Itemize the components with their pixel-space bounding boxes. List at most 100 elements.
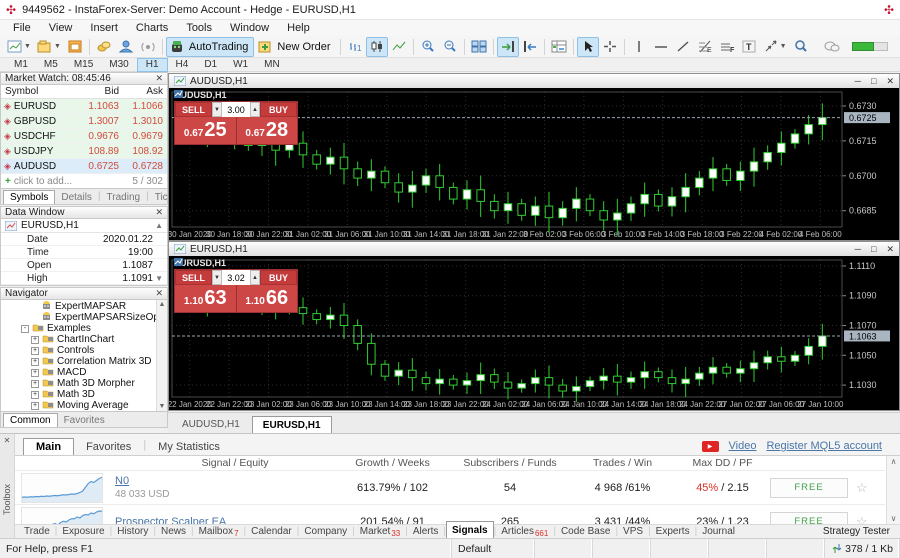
text-label-button[interactable]: T	[738, 37, 760, 57]
chart-tab-eurusd-h1[interactable]: EURUSD,H1	[252, 416, 332, 433]
accounts-button[interactable]	[115, 37, 137, 57]
toolbox-tab-trade[interactable]: Trade	[19, 526, 55, 537]
buy-button[interactable]: BUY	[260, 270, 297, 285]
expand-icon[interactable]: +	[31, 369, 39, 377]
menu-help[interactable]: Help	[278, 22, 319, 34]
timeframe-h1[interactable]: H1	[137, 58, 168, 72]
expand-icon[interactable]: +	[31, 336, 39, 344]
bar-chart-button[interactable]: 1	[344, 37, 366, 57]
toolbox-tab-signals[interactable]: Signals	[446, 521, 494, 538]
navigator-tab-common[interactable]: Common	[3, 413, 58, 427]
toolbox-tab-market[interactable]: Market33	[355, 526, 405, 537]
menu-file[interactable]: File	[4, 22, 40, 34]
timeframe-m5[interactable]: M5	[36, 58, 66, 72]
minimize-icon[interactable]: ─	[855, 244, 861, 255]
buy-price[interactable]: 1.1066	[237, 285, 298, 312]
market-watch-button[interactable]	[93, 37, 115, 57]
market-watch-row-gbpusd[interactable]: ◈GBPUSD1.30071.3010	[1, 114, 167, 129]
navigator-titlebar[interactable]: Navigator ✕	[0, 287, 168, 300]
signals-scrollbar[interactable]: ∧∨	[886, 456, 900, 524]
volume-stepper[interactable]: ▼3.00▲	[212, 102, 260, 117]
status-profile[interactable]: Default	[452, 539, 535, 558]
market-watch-row-usdchf[interactable]: ◈USDCHF0.96760.9679	[1, 129, 167, 144]
scroll-down-icon[interactable]: ▼	[155, 274, 163, 283]
expand-icon[interactable]: +	[31, 391, 39, 399]
navigator-item-macd[interactable]: +MACD	[1, 367, 167, 378]
navigator-item-chartinchart[interactable]: +ChartInChart	[1, 334, 167, 345]
depth-of-market-button[interactable]	[548, 37, 570, 57]
expand-icon[interactable]: +	[31, 347, 39, 355]
close-icon[interactable]: ✕	[886, 76, 894, 87]
video-link[interactable]: Video	[729, 440, 757, 452]
chart-shift-button[interactable]	[519, 37, 541, 57]
market-watch-tab-trading[interactable]: Trading	[101, 191, 147, 204]
timeframe-m15[interactable]: M15	[66, 58, 101, 72]
volume-stepper[interactable]: ▼3.02▲	[212, 270, 260, 285]
favorite-star-icon[interactable]: ☆	[856, 480, 868, 496]
toolbox-tab-history[interactable]: History	[112, 526, 153, 537]
navigator-item-expertmapsarsizeoptim[interactable]: ExpertMAPSARSizeOptim	[1, 312, 167, 323]
new-order-button[interactable]: New Order	[254, 37, 336, 57]
navigator-item-scripts[interactable]: +Scripts	[1, 411, 167, 412]
signal-row[interactable]: N048 033 USD613.79% / 102544 968 /61%45%…	[15, 471, 885, 505]
minimize-icon[interactable]: ─	[855, 76, 861, 87]
close-icon[interactable]: ✕	[155, 73, 163, 84]
toolbox-tab-exposure[interactable]: Exposure	[57, 526, 109, 537]
menu-insert[interactable]: Insert	[81, 22, 127, 34]
expand-icon[interactable]: +	[31, 402, 39, 410]
maximize-icon[interactable]: □	[871, 76, 876, 87]
data-window-titlebar[interactable]: Data Window ✕	[0, 206, 168, 219]
equidistant-channel-button[interactable]: F	[716, 37, 738, 57]
timeframe-mn[interactable]: MN	[256, 58, 288, 72]
chat-button[interactable]	[820, 37, 844, 57]
strategy-tester-tab[interactable]: Strategy Tester	[823, 526, 900, 537]
timeframe-d1[interactable]: D1	[196, 58, 225, 72]
chart-window-titlebar[interactable]: EURUSD,H1 ─□✕	[169, 242, 899, 256]
close-icon[interactable]: ✕	[886, 244, 894, 255]
toolbox-tab-articles[interactable]: Articles661	[496, 526, 553, 537]
register-mql5-link[interactable]: Register MQL5 account	[766, 440, 882, 452]
sell-price[interactable]: 1.1063	[175, 285, 237, 312]
navigator-item-expertmapsar[interactable]: ExpertMAPSAR	[1, 301, 167, 312]
tab-favorites[interactable]: Favorites	[74, 439, 143, 455]
chart-plot-area[interactable]: 30 Jan 202030 Jan 18:0030 Jan 22:0031 Ja…	[169, 88, 899, 240]
timeframe-h4[interactable]: H4	[168, 58, 197, 72]
market-watch-row-usdjpy[interactable]: ◈USDJPY108.89108.92	[1, 144, 167, 159]
toolbox-tab-company[interactable]: Company	[299, 526, 352, 537]
toolbox-tab-news[interactable]: News	[156, 526, 191, 537]
candlestick-chart-button[interactable]	[366, 37, 388, 57]
navigator-item-moving-average[interactable]: +Moving Average	[1, 400, 167, 411]
signal-name-link[interactable]: N0	[115, 475, 129, 487]
free-button[interactable]: FREE	[770, 478, 848, 498]
tab-main[interactable]: Main	[23, 438, 74, 455]
expand-icon[interactable]: +	[31, 358, 39, 366]
toolbox-tab-code-base[interactable]: Code Base	[556, 526, 615, 537]
vertical-line-button[interactable]	[628, 37, 650, 57]
auto-scroll-button[interactable]	[497, 37, 519, 57]
data-folder-button[interactable]	[64, 37, 86, 57]
menu-charts[interactable]: Charts	[127, 22, 177, 34]
tile-windows-button[interactable]	[468, 37, 490, 57]
navigator-scrollbar[interactable]: ▲▼	[156, 300, 167, 411]
profiles-button[interactable]: ▼	[34, 37, 64, 57]
toolbox-tab-mailbox[interactable]: Mailbox7	[194, 526, 244, 537]
navigator-item-math-3d-morpher[interactable]: +Math 3D Morpher	[1, 378, 167, 389]
menu-window[interactable]: Window	[221, 22, 278, 34]
zoom-in-button[interactable]	[417, 37, 439, 57]
chart-window-titlebar[interactable]: AUDUSD,H1 ─□✕	[169, 74, 899, 88]
toolbox-tab-journal[interactable]: Journal	[697, 526, 740, 537]
navigator-item-math-3d[interactable]: +Math 3D	[1, 389, 167, 400]
signal-name-link[interactable]: Prospector Scalper EA	[115, 516, 226, 525]
chart-tab-audusd-h1[interactable]: AUDUSD,H1	[172, 416, 250, 433]
toolbox-tab-vps[interactable]: VPS	[618, 526, 648, 537]
sell-button[interactable]: SELL	[175, 270, 212, 285]
toolbox-tab-alerts[interactable]: Alerts	[408, 526, 444, 537]
zoom-out-button[interactable]	[439, 37, 461, 57]
timeframe-m1[interactable]: M1	[6, 58, 36, 72]
chart-plot-area[interactable]: 22 Jan 202022 Jan 22:0023 Jan 02:0023 Ja…	[169, 256, 899, 410]
navigator-tab-favorites[interactable]: Favorites	[58, 414, 111, 427]
arrows-button[interactable]: ▼	[760, 37, 790, 57]
market-watch-add-row[interactable]: + click to add... 5 / 302	[1, 174, 167, 188]
tab-my-statistics[interactable]: My Statistics	[146, 439, 232, 455]
market-watch-titlebar[interactable]: Market Watch: 08:45:46 ✕	[0, 72, 168, 85]
